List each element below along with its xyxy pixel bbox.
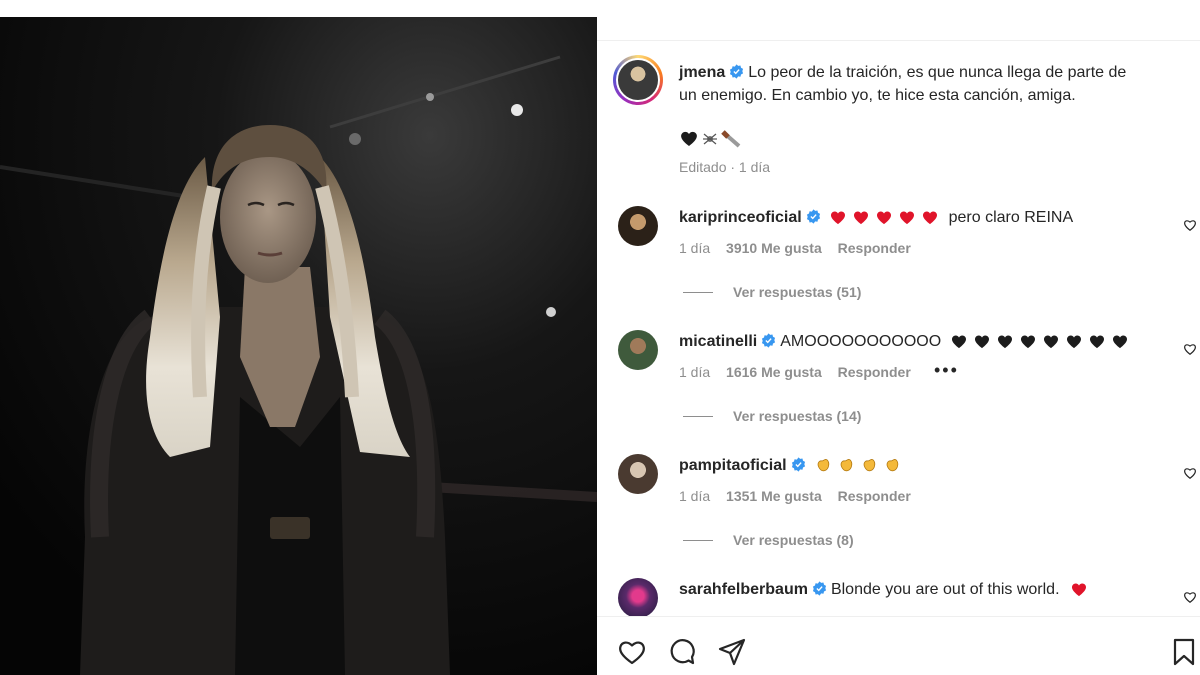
comment-username[interactable]: micatinelli: [679, 333, 757, 350]
black-heart-icon: [1089, 335, 1104, 349]
red-heart-icon: [877, 211, 892, 225]
comment-text: pero claro REINA: [948, 209, 1074, 226]
caption-line-2: un enemigo. En cambio yo, te hice esta c…: [679, 87, 1076, 104]
post-action-bar: [597, 616, 1200, 675]
replies-line: [683, 416, 713, 417]
comment-username[interactable]: pampitaoficial: [679, 457, 787, 474]
caption-line-1: Lo peor de la traición, es que nunca lle…: [748, 64, 1127, 81]
black-heart-icon: [997, 335, 1012, 349]
comment-likes[interactable]: 1351 Me gusta: [726, 488, 822, 504]
clapping-hands-icon: [886, 458, 899, 472]
comment-username[interactable]: kariprinceoficial: [679, 209, 802, 226]
view-replies-button[interactable]: Ver respuestas (8): [683, 532, 854, 548]
comment-body: sarahfelberbaum Blonde you are out of thi…: [679, 578, 1093, 601]
bookmark-icon[interactable]: [1169, 637, 1199, 667]
post-caption: jmena Lo peor de la traición, es que nunc…: [679, 61, 1179, 107]
comment-like-icon[interactable]: [1183, 342, 1197, 356]
black-heart-icon: [974, 335, 989, 349]
red-heart-icon: [900, 211, 915, 225]
reply-button[interactable]: Responder: [838, 488, 911, 504]
red-heart-icon: [831, 211, 846, 225]
verified-badge-icon: [806, 209, 820, 224]
verified-badge-icon: [730, 64, 744, 79]
post-edited-time: Editado · 1 día: [679, 159, 771, 175]
view-replies-button[interactable]: Ver respuestas (51): [683, 284, 861, 300]
clapping-hands-emojis: [814, 457, 906, 474]
comment-time: 1 día: [679, 240, 711, 256]
black-heart-icon: [1043, 335, 1058, 349]
author-username[interactable]: jmena: [679, 64, 725, 81]
view-replies-button[interactable]: Ver respuestas (14): [683, 408, 861, 424]
view-replies-label: Ver respuestas (14): [733, 408, 862, 424]
comment-avatar[interactable]: [618, 578, 658, 616]
comment-avatar[interactable]: [618, 206, 658, 246]
black-heart-icon: [1066, 335, 1081, 349]
heart-icon[interactable]: [617, 637, 647, 667]
black-heart-emojis: [950, 333, 1134, 350]
comment-options-button[interactable]: •••: [934, 360, 959, 381]
comment-icon[interactable]: [667, 637, 697, 667]
comment-clip: sarahfelberbaum Blonde you are out of thi…: [597, 570, 1200, 616]
replies-line: [683, 540, 713, 541]
red-heart-icon: [923, 211, 938, 225]
black-heart-icon: [1020, 335, 1035, 349]
comment-like-icon[interactable]: [1183, 466, 1197, 480]
verified-badge-icon: [812, 581, 826, 596]
verified-badge-icon: [762, 333, 776, 348]
view-replies-label: Ver respuestas (51): [733, 284, 862, 300]
reply-button[interactable]: Responder: [838, 364, 911, 380]
comment-avatar[interactable]: [618, 330, 658, 370]
comment-like-icon[interactable]: [1183, 218, 1197, 232]
black-heart-icon: [1112, 335, 1127, 349]
caption-emoji-icons: [681, 130, 741, 148]
comment-body: kariprinceoficial pero claro REINA: [679, 206, 1073, 229]
comment-time: 1 día: [679, 364, 711, 380]
divider: [597, 40, 1200, 41]
caption-emojis: [679, 129, 743, 154]
replies-line: [683, 292, 713, 293]
view-replies-label: Ver respuestas (8): [733, 532, 854, 548]
clapping-hands-icon: [840, 458, 853, 472]
post-panel: jmena Lo peor de la traición, es que nunc…: [597, 0, 1200, 675]
red-heart-icon: [1071, 583, 1086, 597]
comment-meta: 1 día 1351 Me gusta Responder: [679, 488, 911, 504]
red-heart-emojis: [829, 209, 944, 226]
comment-time: 1 día: [679, 488, 711, 504]
clapping-hands-icon: [863, 458, 876, 472]
comment-username[interactable]: sarahfelberbaum: [679, 581, 808, 598]
black-heart-icon: [951, 335, 966, 349]
comment-body: pampitaoficial: [679, 454, 906, 477]
post-photo[interactable]: [0, 17, 597, 675]
clapping-hands-icon: [817, 458, 830, 472]
send-icon[interactable]: [717, 637, 747, 667]
comment-likes[interactable]: 3910 Me gusta: [726, 240, 822, 256]
author-avatar[interactable]: [613, 55, 663, 105]
comment-avatar[interactable]: [618, 454, 658, 494]
comment-text: Blonde you are out of this world.: [830, 581, 1060, 598]
comment-like-icon[interactable]: [1183, 590, 1197, 604]
comment-meta: 1 día 3910 Me gusta Responder: [679, 240, 911, 256]
comment-meta: 1 día 1616 Me gusta Responder: [679, 364, 911, 380]
comment-text: AMOOOOOOOOOOO: [780, 333, 942, 350]
reply-button[interactable]: Responder: [838, 240, 911, 256]
comment-likes[interactable]: 1616 Me gusta: [726, 364, 822, 380]
red-heart-icon: [854, 211, 869, 225]
comment-body: micatinelli AMOOOOOOOOOOO: [679, 330, 1134, 353]
verified-badge-icon: [791, 457, 805, 472]
